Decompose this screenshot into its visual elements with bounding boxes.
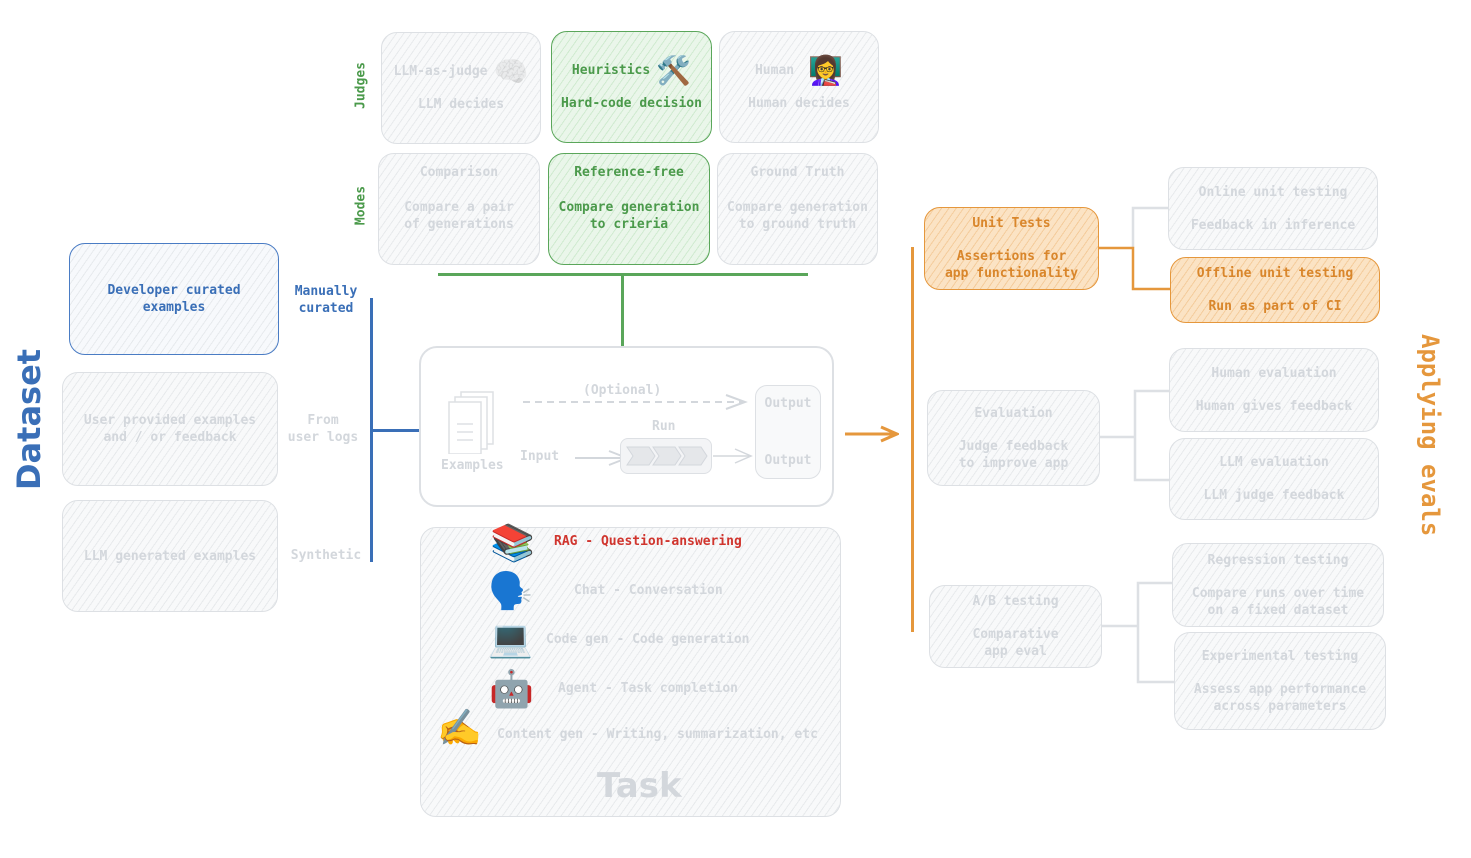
apply-tree-connectors — [1099, 206, 1174, 684]
unit-tests-connector — [1099, 206, 1170, 291]
evaluation-connector — [1100, 389, 1169, 482]
ab-testing-connector — [1102, 581, 1174, 684]
